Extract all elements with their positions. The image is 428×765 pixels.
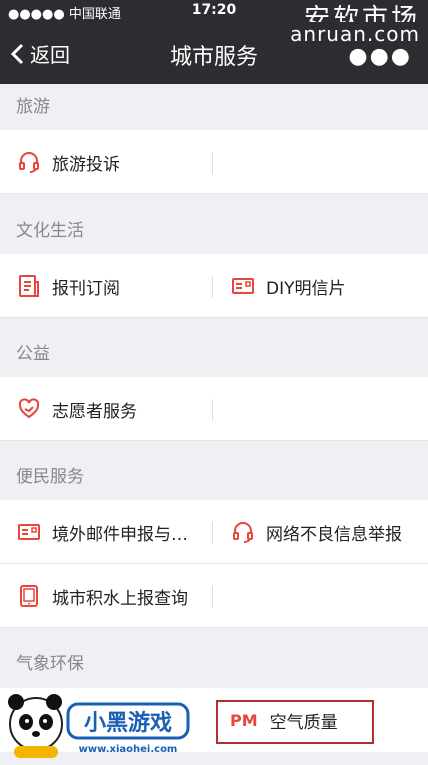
site-logo: 小黑游戏 www.xiaohei.com — [0, 690, 200, 761]
section-header-culture: 文化生活 — [16, 221, 84, 241]
navigation-bar: 返回 城市服务 anruan.com ●●● — [0, 22, 428, 84]
logo-text: 小黑游戏 — [84, 710, 172, 736]
list-row: 城市积水上报查询 — [0, 564, 428, 628]
service-overseas-mail-declaration[interactable]: 境外邮件申报与… — [16, 500, 212, 564]
list-row: 旅游投诉 — [0, 130, 428, 194]
divider — [212, 522, 213, 544]
divider — [212, 399, 213, 421]
service-label: DIY明信片 — [266, 278, 346, 299]
section-header-convenience: 便民服务 — [16, 467, 84, 487]
divider — [212, 586, 213, 608]
section-header-environment: 气象环保 — [16, 654, 84, 674]
service-report-bad-info[interactable]: 网络不良信息举报 — [230, 500, 420, 564]
list-row: 报刊订阅 DIY明信片 — [0, 254, 428, 318]
service-label: 境外邮件申报与… — [52, 524, 188, 545]
more-menu-button[interactable]: ●●● — [348, 44, 412, 69]
service-label: 城市积水上报查询 — [52, 588, 188, 609]
service-label: 报刊订阅 — [52, 278, 120, 299]
watermark-url: anruan.com — [290, 22, 420, 46]
newspaper-icon — [16, 273, 42, 299]
heart-hand-icon — [16, 396, 42, 422]
status-bar: ●●●●● 中国联通 17:20 安软市场 — [0, 0, 428, 34]
service-label: 志愿者服务 — [52, 401, 137, 422]
headset-icon — [230, 519, 256, 545]
service-volunteer[interactable]: 志愿者服务 — [16, 377, 212, 441]
section-header-charity: 公益 — [16, 344, 50, 364]
service-tourism-complaint[interactable]: 旅游投诉 — [16, 130, 212, 194]
headset-icon — [16, 149, 42, 175]
divider — [212, 152, 213, 174]
service-newspaper-subscription[interactable]: 报刊订阅 — [16, 254, 212, 318]
service-waterlogging-report[interactable]: 城市积水上报查询 — [16, 564, 212, 628]
service-label: 网络不良信息举报 — [266, 524, 402, 545]
tablet-icon — [16, 583, 42, 609]
list-row: 境外邮件申报与… 网络不良信息举报 — [0, 500, 428, 564]
section-header-tourism: 旅游 — [16, 97, 50, 117]
panda-logo-icon: 小黑游戏 www.xiaohei.com — [8, 694, 190, 758]
divider — [212, 276, 213, 298]
highlight-box — [216, 700, 374, 744]
logo-url: www.xiaohei.com — [79, 744, 178, 755]
list-row: 志愿者服务 — [0, 377, 428, 441]
postcard-icon — [230, 273, 256, 299]
service-label: 旅游投诉 — [52, 154, 120, 175]
mail-icon — [16, 519, 42, 545]
service-diy-postcard[interactable]: DIY明信片 — [230, 254, 420, 318]
